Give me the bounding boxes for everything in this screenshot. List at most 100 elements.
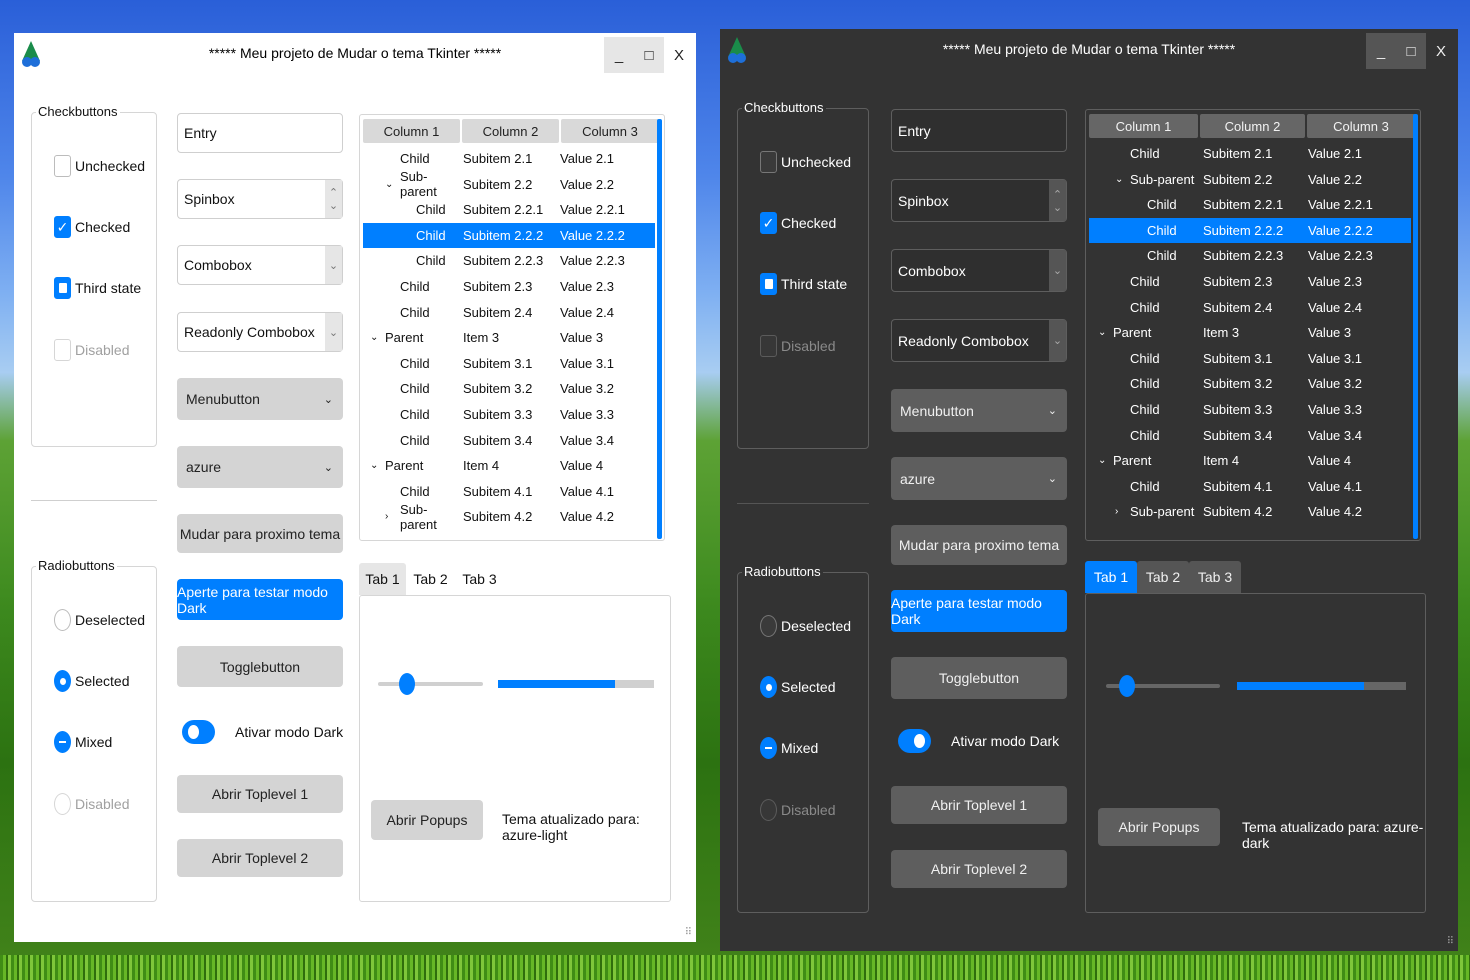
treeview[interactable]: Column 1 Column 2 Column 3 Child Subitem 2.1… — [1085, 109, 1421, 541]
tree-row[interactable]: Child Subitem 2.2.3 Value 2.2.3 — [363, 248, 655, 273]
tree-row[interactable]: ⌄ Sub-parent Subitem 2.2 Value 2.2 — [1089, 167, 1411, 192]
expand-chevron-icon[interactable]: ⌄ — [385, 179, 393, 190]
next-theme-button[interactable]: Mudar para proximo tema — [177, 514, 343, 553]
title-bar[interactable]: ***** Meu projeto de Mudar o tema Tkinte… — [14, 33, 696, 75]
menubutton[interactable]: Menubutton ⌄ — [177, 378, 343, 420]
chevron-down-icon[interactable]: ⌄ — [1053, 201, 1062, 214]
chevron-up-icon[interactable]: ⌃ — [329, 186, 338, 199]
tree-row[interactable]: Child Subitem 3.2 Value 3.2 — [1089, 371, 1411, 396]
tab-3[interactable]: Tab 3 — [455, 563, 504, 595]
scale-track[interactable] — [378, 682, 483, 686]
tree-row[interactable]: Child Subitem 3.3 Value 3.3 — [1089, 397, 1411, 422]
togglebutton[interactable]: Togglebutton — [177, 646, 343, 687]
expand-chevron-icon[interactable]: ⌄ — [1098, 327, 1106, 338]
radiobutton-selected[interactable]: Selected — [760, 674, 835, 700]
tree-row[interactable]: ⌄ Parent Item 4 Value 4 — [1089, 448, 1411, 473]
open-toplevel-1-button[interactable]: Abrir Toplevel 1 — [891, 786, 1067, 824]
tree-scrollbar[interactable] — [657, 119, 662, 539]
column-header-2[interactable]: Column 2 — [1200, 114, 1305, 138]
tree-row[interactable]: Child Subitem 2.2.1 Value 2.2.1 — [1089, 192, 1411, 217]
title-bar[interactable]: ***** Meu projeto de Mudar o tema Tkinte… — [720, 29, 1458, 71]
tree-scrollbar[interactable] — [1413, 114, 1418, 539]
tree-row[interactable]: Child Subitem 4.1 Value 4.1 — [363, 479, 655, 504]
menubutton[interactable]: Menubutton ⌄ — [891, 389, 1067, 432]
open-toplevel-2-button[interactable]: Abrir Toplevel 2 — [177, 839, 343, 877]
chevron-up-icon[interactable]: ⌃ — [1053, 188, 1062, 201]
entry-field[interactable]: Entry — [177, 113, 343, 153]
scale-handle[interactable] — [399, 673, 416, 695]
tree-row[interactable]: Child Subitem 4.1 Value 4.1 — [1089, 474, 1411, 499]
tree-row[interactable]: › Sub-parent Subitem 4.2 Value 4.2 — [1089, 499, 1411, 524]
checkbutton-unchecked[interactable]: Unchecked — [760, 149, 851, 175]
checkbutton-checked[interactable]: ✓ Checked — [54, 214, 130, 240]
radiobutton-deselected[interactable]: Deselected — [54, 607, 145, 633]
chevron-down-icon[interactable]: ⌄ — [329, 199, 338, 212]
tree-row[interactable]: Child Subitem 2.2.2 Value 2.2.2 — [363, 222, 655, 248]
open-popups-button[interactable]: Abrir Popups — [371, 800, 483, 840]
tree-row[interactable]: Child Subitem 3.4 Value 3.4 — [1089, 423, 1411, 448]
expand-chevron-icon[interactable]: ⌄ — [1115, 174, 1123, 185]
maximize-button[interactable]: □ — [634, 37, 664, 73]
radiobutton-selected[interactable]: Selected — [54, 668, 129, 694]
close-button[interactable]: X — [1426, 33, 1456, 69]
checkbutton-checked[interactable]: ✓ Checked — [760, 210, 836, 236]
tab-2[interactable]: Tab 2 — [406, 563, 455, 595]
tree-row[interactable]: ⌄ Sub-parent Subitem 2.2 Value 2.2 — [363, 169, 655, 199]
minimize-button[interactable]: _ — [604, 37, 634, 73]
togglebutton[interactable]: Togglebutton — [891, 657, 1067, 699]
tree-row[interactable]: Child Subitem 3.3 Value 3.3 — [363, 402, 655, 427]
tree-row[interactable]: Child Subitem 2.2.3 Value 2.2.3 — [1089, 243, 1411, 268]
chevron-down-icon[interactable]: ⌄ — [325, 246, 342, 284]
combobox[interactable]: Combobox ⌄ — [177, 245, 343, 285]
open-toplevel-2-button[interactable]: Abrir Toplevel 2 — [891, 850, 1067, 888]
tree-row[interactable]: Child Subitem 2.3 Value 2.3 — [1089, 269, 1411, 294]
collapse-chevron-icon[interactable]: › — [385, 511, 388, 522]
tree-row[interactable]: Child Subitem 2.2.2 Value 2.2.2 — [1089, 217, 1411, 243]
radiobutton-mixed[interactable]: Mixed — [54, 729, 112, 755]
tree-row[interactable]: › Sub-parent Subitem 4.2 Value 4.2 — [363, 502, 655, 532]
tab-1[interactable]: Tab 1 — [359, 563, 406, 595]
resize-grip-icon[interactable]: ⠿ — [685, 927, 692, 938]
theme-menubutton[interactable]: azure ⌄ — [177, 446, 343, 488]
tab-2[interactable]: Tab 2 — [1137, 561, 1189, 593]
maximize-button[interactable]: □ — [1396, 33, 1426, 69]
tree-row[interactable]: Child Subitem 3.2 Value 3.2 — [363, 376, 655, 401]
readonly-combobox[interactable]: Readonly Combobox ⌄ — [177, 312, 343, 352]
collapse-chevron-icon[interactable]: › — [1115, 506, 1118, 517]
expand-chevron-icon[interactable]: ⌄ — [370, 332, 378, 343]
column-header-3[interactable]: Column 3 — [561, 119, 659, 143]
tree-row[interactable]: Child Subitem 2.3 Value 2.3 — [363, 274, 655, 299]
tree-row[interactable]: Child Subitem 2.2.1 Value 2.2.1 — [363, 197, 655, 222]
open-toplevel-1-button[interactable]: Abrir Toplevel 1 — [177, 775, 343, 813]
tree-row[interactable]: Child Subitem 3.1 Value 3.1 — [1089, 346, 1411, 371]
spinbox[interactable]: Spinbox ⌃ ⌄ — [891, 179, 1067, 222]
tree-row[interactable]: ⌄ Parent Item 3 Value 3 — [363, 325, 655, 350]
column-header-1[interactable]: Column 1 — [1089, 114, 1198, 138]
tree-row[interactable]: Child Subitem 2.1 Value 2.1 — [1089, 141, 1411, 166]
column-header-3[interactable]: Column 3 — [1307, 114, 1415, 138]
treeview[interactable]: Column 1 Column 2 Column 3 Child Subitem 2.1… — [359, 114, 665, 541]
checkbutton-third-state[interactable]: Third state — [760, 271, 847, 297]
expand-chevron-icon[interactable]: ⌄ — [1098, 455, 1106, 466]
combobox[interactable]: Combobox ⌄ — [891, 249, 1067, 292]
tree-row[interactable]: Child Subitem 2.4 Value 2.4 — [363, 300, 655, 325]
checkbutton-third-state[interactable]: Third state — [54, 275, 141, 301]
spinbox[interactable]: Spinbox ⌃ ⌄ — [177, 179, 343, 219]
theme-menubutton[interactable]: azure ⌄ — [891, 457, 1067, 500]
column-header-1[interactable]: Column 1 — [363, 119, 460, 143]
tree-row[interactable]: Child Subitem 2.4 Value 2.4 — [1089, 295, 1411, 320]
tree-row[interactable]: ⌄ Parent Item 3 Value 3 — [1089, 320, 1411, 345]
next-theme-button[interactable]: Mudar para proximo tema — [891, 525, 1067, 565]
tree-row[interactable]: Child Subitem 3.4 Value 3.4 — [363, 428, 655, 453]
scale-handle[interactable] — [1118, 675, 1135, 697]
readonly-combobox[interactable]: Readonly Combobox ⌄ — [891, 319, 1067, 362]
tree-row[interactable]: Child Subitem 2.1 Value 2.1 — [363, 146, 655, 171]
minimize-button[interactable]: _ — [1366, 33, 1396, 69]
dark-mode-switch[interactable]: Ativar modo Dark — [898, 729, 1059, 753]
chevron-down-icon[interactable]: ⌄ — [1049, 250, 1066, 291]
column-header-2[interactable]: Column 2 — [462, 119, 559, 143]
entry-field[interactable]: Entry — [891, 109, 1067, 152]
chevron-down-icon[interactable]: ⌄ — [1049, 320, 1066, 361]
checkbutton-unchecked[interactable]: Unchecked — [54, 153, 145, 179]
dark-mode-switch[interactable]: Ativar modo Dark — [182, 720, 343, 744]
